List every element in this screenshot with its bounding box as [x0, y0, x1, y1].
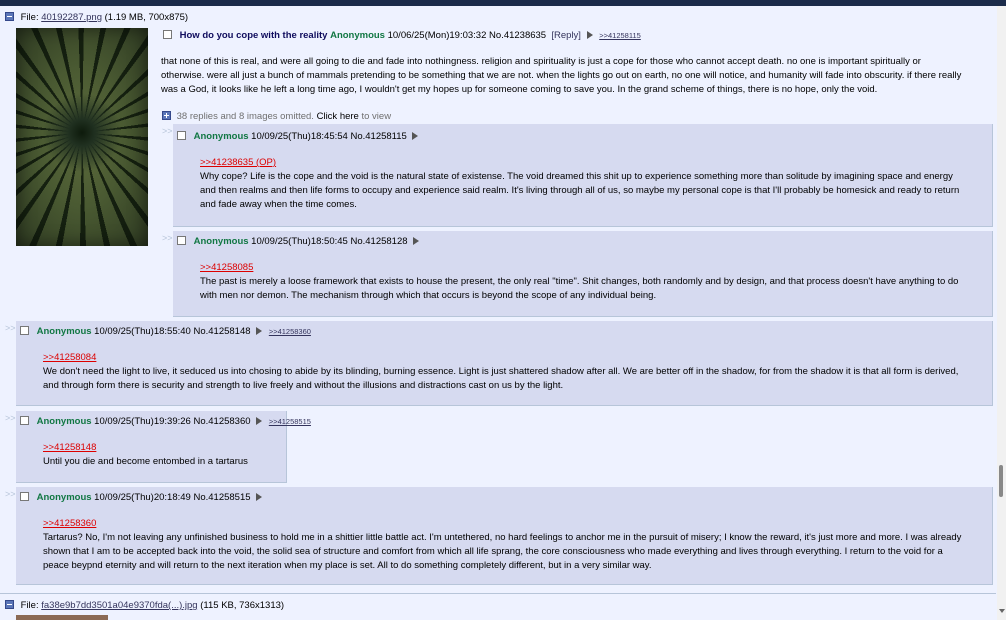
reply-post: Anonymous 10/09/25(Thu)18:45:54 No.41258…	[173, 124, 993, 227]
op-reply-link[interactable]: [Reply]	[551, 30, 581, 41]
reply-body: >>41258360 Tartarus? No, I'm not leaving…	[43, 517, 968, 573]
next-thread-thumbnail-image[interactable]	[16, 615, 108, 620]
reply-menu-arrow-icon[interactable]	[256, 493, 263, 501]
reply-post-info: Anonymous 10/09/25(Thu)20:18:49 No.41258…	[20, 492, 266, 503]
reply-menu-arrow-icon[interactable]	[413, 237, 420, 245]
click-here-link[interactable]: Click here	[317, 111, 359, 122]
next-thread-file-info: (115 KB, 736x1313)	[200, 600, 285, 611]
top-bar	[0, 0, 1006, 6]
file-label: File:	[20, 12, 39, 23]
reply-datetime: 10/09/25(Thu)19:39:26	[94, 416, 191, 427]
op-backlink[interactable]: >>41258115	[599, 31, 641, 40]
thread-divider	[0, 593, 996, 594]
op-post-number[interactable]: No.41238635	[489, 30, 546, 41]
reply-post: Anonymous 10/09/25(Thu)18:55:40 No.41258…	[16, 321, 993, 406]
reply-datetime: 10/09/25(Thu)20:18:49	[94, 492, 191, 503]
reply-poster-name: Anonymous	[36, 326, 92, 337]
reply-side-arrows: >>	[5, 323, 16, 333]
op-file-line: File: 40192287.png (1.19 MB, 700x875)	[5, 12, 188, 23]
expand-plus-icon[interactable]	[162, 111, 171, 120]
reply-post-number[interactable]: No.41258128	[350, 236, 407, 247]
reply-side-arrows: >>	[5, 489, 16, 499]
to-view-text: to view	[361, 111, 392, 122]
scrollbar-thumb[interactable]	[999, 465, 1003, 497]
reply-select-checkbox[interactable]	[20, 492, 29, 501]
reply-poster-name: Anonymous	[36, 492, 92, 503]
omitted-count: 38 replies and 8 images omitted.	[176, 111, 314, 122]
op-post-info: How do you cope with the reality Anonymo…	[163, 30, 641, 41]
reply-post: Anonymous 10/09/25(Thu)20:18:49 No.41258…	[16, 487, 993, 585]
reply-datetime: 10/09/25(Thu)18:50:45	[251, 236, 348, 247]
op-datetime: 10/06/25(Mon)19:03:32	[387, 30, 487, 41]
reply-side-arrows: >>	[5, 413, 16, 423]
reply-body: >>41258148 Until you die and become ento…	[43, 441, 283, 469]
reply-quote-link[interactable]: >>41258148	[43, 441, 283, 455]
reply-backlink[interactable]: >>41258515	[269, 417, 311, 426]
op-thumbnail-image[interactable]	[16, 28, 148, 246]
reply-body: >>41238635 (OP) Why cope? Life is the co…	[200, 156, 968, 212]
reply-comment: The past is merely a loose framework tha…	[200, 276, 959, 301]
reply-post-number[interactable]: No.41258515	[193, 492, 250, 503]
op-poster-name: Anonymous	[330, 30, 385, 41]
reply-comment: Why cope? Life is the cope and the void …	[200, 171, 960, 210]
reply-poster-name: Anonymous	[193, 236, 249, 247]
reply-menu-arrow-icon[interactable]	[412, 132, 419, 140]
reply-backlink[interactable]: >>41258360	[269, 327, 311, 336]
reply-post-number[interactable]: No.41258360	[193, 416, 250, 427]
reply-post-info: Anonymous 10/09/25(Thu)19:39:26 No.41258…	[20, 416, 311, 427]
reply-post-info: Anonymous 10/09/25(Thu)18:55:40 No.41258…	[20, 326, 311, 337]
reply-post-info: Anonymous 10/09/25(Thu)18:50:45 No.41258…	[177, 236, 423, 247]
reply-quote-link[interactable]: >>41258084	[43, 351, 963, 365]
next-thread-file-line: File: fa38e9b7dd3501a04e9370fda(...).jpg…	[5, 600, 284, 611]
reply-menu-arrow-icon[interactable]	[256, 327, 263, 335]
reply-quote-link[interactable]: >>41258085	[200, 261, 968, 275]
op-select-checkbox[interactable]	[163, 30, 172, 39]
reply-post-info: Anonymous 10/09/25(Thu)18:45:54 No.41258…	[177, 131, 422, 142]
reply-post-number[interactable]: No.41258115	[350, 131, 406, 142]
reply-post-number[interactable]: No.41258148	[193, 326, 250, 337]
reply-select-checkbox[interactable]	[20, 326, 29, 335]
reply-quote-link[interactable]: >>41238635 (OP)	[200, 156, 968, 170]
reply-select-checkbox[interactable]	[20, 416, 29, 425]
op-comment: that none of this is real, and were all …	[161, 56, 962, 95]
op-file-link[interactable]: 40192287.png	[41, 12, 102, 23]
op-file-info: (1.19 MB, 700x875)	[104, 12, 189, 23]
reply-post: Anonymous 10/09/25(Thu)18:50:45 No.41258…	[173, 231, 993, 317]
reply-body: >>41258084 We don't need the light to li…	[43, 351, 963, 393]
reply-menu-arrow-icon[interactable]	[256, 417, 263, 425]
op-menu-arrow-icon[interactable]	[586, 31, 593, 39]
reply-datetime: 10/09/25(Thu)18:45:54	[251, 131, 348, 142]
scroll-down-arrow-icon[interactable]	[999, 609, 1005, 613]
hide-thread-minus-icon[interactable]	[5, 12, 14, 21]
op-subject: How do you cope with the reality	[179, 30, 328, 41]
reply-comment: We don't need the light to live, it sedu…	[43, 366, 959, 391]
reply-body: >>41258085 The past is merely a loose fr…	[200, 261, 968, 303]
reply-select-checkbox[interactable]	[177, 236, 186, 245]
reply-comment: Until you die and become entombed in a t…	[43, 456, 248, 467]
reply-side-arrows: >>	[162, 233, 173, 243]
reply-poster-name: Anonymous	[36, 416, 92, 427]
reply-side-arrows: >>	[162, 126, 173, 136]
omitted-notice: 38 replies and 8 images omitted. Click h…	[162, 111, 391, 122]
reply-quote-link[interactable]: >>41258360	[43, 517, 968, 531]
scrollbar-track[interactable]	[997, 6, 1006, 620]
reply-comment: Tartarus? No, I'm not leaving any unfini…	[43, 532, 962, 571]
hide-thread-minus-icon[interactable]	[5, 600, 14, 609]
reply-datetime: 10/09/25(Thu)18:55:40	[94, 326, 191, 337]
reply-poster-name: Anonymous	[193, 131, 249, 142]
reply-select-checkbox[interactable]	[177, 131, 186, 140]
reply-post: Anonymous 10/09/25(Thu)19:39:26 No.41258…	[16, 411, 311, 483]
next-thread-file-link[interactable]: fa38e9b7dd3501a04e9370fda(...).jpg	[41, 600, 197, 611]
file-label: File:	[20, 600, 39, 611]
